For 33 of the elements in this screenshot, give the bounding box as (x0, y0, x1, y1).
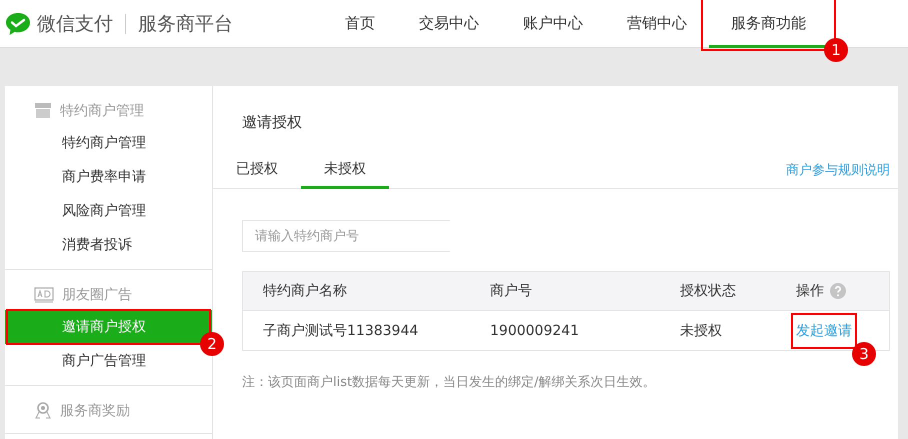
sidebar-group-title: 服务商奖励 (60, 402, 130, 420)
step-number: 1 (824, 38, 848, 62)
table-cell-text: 未授权 (680, 322, 723, 340)
search-field[interactable]: 请输入特约商户号 (242, 220, 450, 252)
sidebar-item[interactable]: 消费者投诉 (5, 228, 212, 262)
tab[interactable]: 未授权 (301, 152, 389, 189)
table-cell-text: 1900009241 (490, 322, 580, 338)
sidebar-item[interactable]: 风险商户管理 (5, 194, 212, 228)
tab[interactable]: 已授权 (213, 152, 301, 189)
ad-icon (34, 287, 54, 303)
column-header: 操作 (796, 282, 824, 300)
highlight-frame (791, 312, 857, 348)
table-cell-text: 子商户测试号11383944 (263, 322, 420, 340)
sidebar-group-title: 朋友圈广告 (62, 286, 132, 304)
column-header: 商户号 (490, 282, 533, 300)
nav-tab[interactable]: 首页 (323, 0, 397, 48)
step-number: 3 (852, 342, 876, 366)
nav-tab[interactable]: 交易中心 (397, 0, 501, 48)
nav-tab[interactable]: 账户中心 (501, 0, 605, 48)
sidebar-item[interactable]: 特约商户管理 (5, 126, 212, 160)
store-icon (34, 103, 52, 119)
platform-name: 服务商平台 (138, 12, 233, 36)
note-text: 注：该页面商户list数据每天更新，当日发生的绑定/解绑关系次日生效。 (242, 374, 656, 391)
logo-icon (5, 12, 31, 36)
award-icon (34, 402, 52, 420)
sidebar-group-title: 特约商户管理 (60, 102, 144, 120)
column-header: 授权状态 (680, 282, 737, 300)
nav-tab[interactable]: 营销中心 (605, 0, 709, 48)
page-title: 邀请授权 (241, 112, 303, 133)
column-header: 特约商户名称 (263, 282, 348, 300)
sidebar-item[interactable]: 商户费率申请 (5, 160, 212, 194)
brand-name: 微信支付 (37, 12, 113, 36)
help-icon[interactable] (830, 283, 846, 299)
